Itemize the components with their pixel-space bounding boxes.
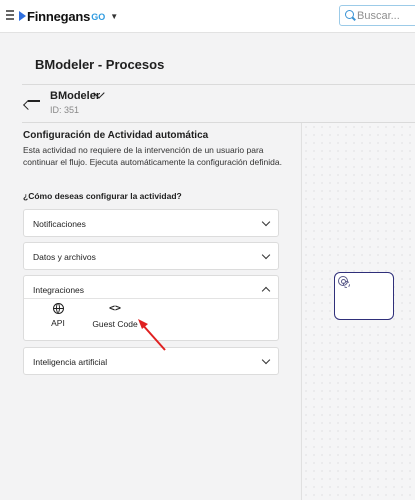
header-divider <box>22 84 415 85</box>
accordion-divider <box>24 298 278 299</box>
process-id: ID: 351 <box>50 105 80 115</box>
search-icon <box>345 10 354 19</box>
chevron-down-icon[interactable]: ▼ <box>110 12 118 21</box>
back-arrow-icon[interactable] <box>23 94 42 110</box>
menu-icon[interactable] <box>6 10 14 20</box>
top-bar: Finnegans GO ▼ <box>0 0 415 33</box>
automatic-task-node[interactable] <box>334 272 394 320</box>
accordion-label: Inteligencia artificial <box>33 357 108 367</box>
app-logo[interactable]: Finnegans GO ▼ <box>19 8 118 24</box>
activity-config-panel: Configuración de Actividad automática Es… <box>22 123 301 500</box>
chevron-down-icon[interactable] <box>261 217 271 227</box>
option-api[interactable]: API <box>48 303 68 328</box>
code-icon: <> <box>108 303 122 314</box>
accordion-label: Notificaciones <box>33 219 86 229</box>
option-guest-code[interactable]: <> Guest Code <box>90 303 140 329</box>
search-box[interactable] <box>339 5 415 26</box>
panel-title: Configuración de Actividad automática <box>23 130 209 141</box>
chevron-down-icon[interactable] <box>261 355 271 365</box>
logo-suffix: GO <box>91 12 106 22</box>
accordion-label: Datos y archivos <box>33 252 96 262</box>
panel-description: Esta actividad no requiere de la interve… <box>23 145 282 167</box>
page-title: BModeler - Procesos <box>35 57 165 72</box>
annotation-arrow-icon <box>138 319 166 351</box>
chevron-up-icon[interactable] <box>261 286 271 296</box>
accordion-datos-y-archivos[interactable]: Datos y archivos <box>23 242 279 270</box>
accordion-label: Integraciones <box>33 285 85 295</box>
chevron-down-icon[interactable] <box>261 250 271 260</box>
accordion-notificaciones[interactable]: Notificaciones <box>23 209 279 237</box>
search-input[interactable] <box>357 8 415 23</box>
config-question: ¿Cómo deseas configurar la actividad? <box>23 191 182 201</box>
option-label: Guest Code <box>92 319 138 329</box>
globe-icon <box>52 303 64 314</box>
logo-text: Finnegans <box>27 8 91 24</box>
logo-mark-icon <box>19 11 26 21</box>
gear-icon <box>343 281 350 288</box>
option-label: API <box>51 318 65 328</box>
